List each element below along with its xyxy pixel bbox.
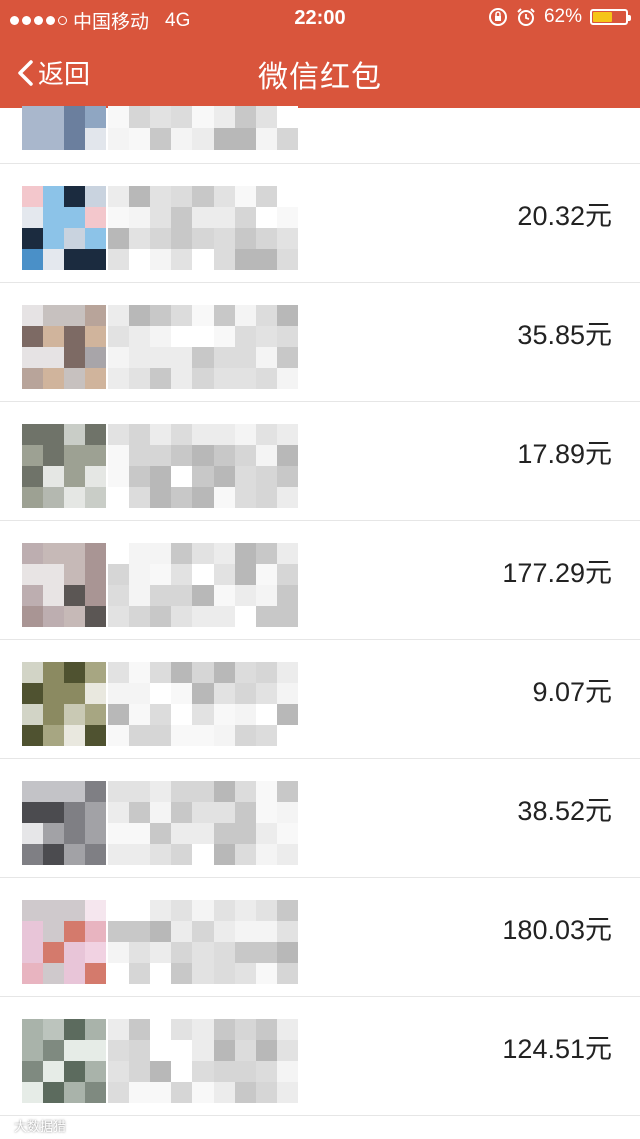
avatar [22,662,106,746]
amount-label: 177.29元 [502,558,612,588]
amount-label: 124.51元 [502,1034,612,1064]
avatar [22,900,106,984]
rotation-lock-icon [488,8,507,26]
list-item[interactable]: 177.29元 [0,521,640,640]
list-item[interactable]: 180.03元 [0,878,640,997]
list-item[interactable]: 20.32元 [0,164,640,283]
list-item[interactable] [0,106,640,164]
watermark: 大数据猎 [14,1119,67,1134]
avatar [22,106,106,150]
list-item[interactable]: 9.07元 [0,640,640,759]
list-item[interactable]: 38.52元 [0,759,640,878]
battery-percent: 62% [543,6,582,27]
blurred-name [108,186,298,270]
list-item[interactable]: 35.85元 [0,283,640,402]
avatar [22,305,106,389]
avatar [22,1019,106,1103]
page-title: 微信红包 [258,61,382,94]
blurred-name [108,305,298,389]
list-item[interactable]: 17.89元 [0,402,640,521]
blurred-name [108,543,298,627]
amount-label: 17.89元 [517,439,612,469]
status-bar: 中国移动 4G 22:00 62% [0,0,640,36]
red-packet-list: 20.32元 35.85元 17.89元 177.29元 9.07元 38.52元 180.… [0,106,640,1116]
avatar [22,543,106,627]
avatar [22,424,106,508]
blurred-name [108,1019,298,1103]
nav-bar: 中国移动 4G 22:00 62% 返回 微信红包 [0,0,640,108]
amount-label: 9.07元 [532,677,612,707]
blurred-name [108,781,298,865]
blurred-name [108,900,298,984]
blurred-name [108,662,298,746]
alarm-icon [517,8,535,26]
amount-label: 38.52元 [517,796,612,826]
avatar [22,781,106,865]
blurred-name [108,424,298,508]
amount-label: 20.32元 [517,201,612,231]
blurred-name [108,106,298,150]
battery-icon [590,9,631,25]
avatar [22,186,106,270]
amount-label: 35.85元 [517,320,612,350]
amount-label: 180.03元 [502,915,612,945]
list-item[interactable]: 124.51元 [0,997,640,1116]
